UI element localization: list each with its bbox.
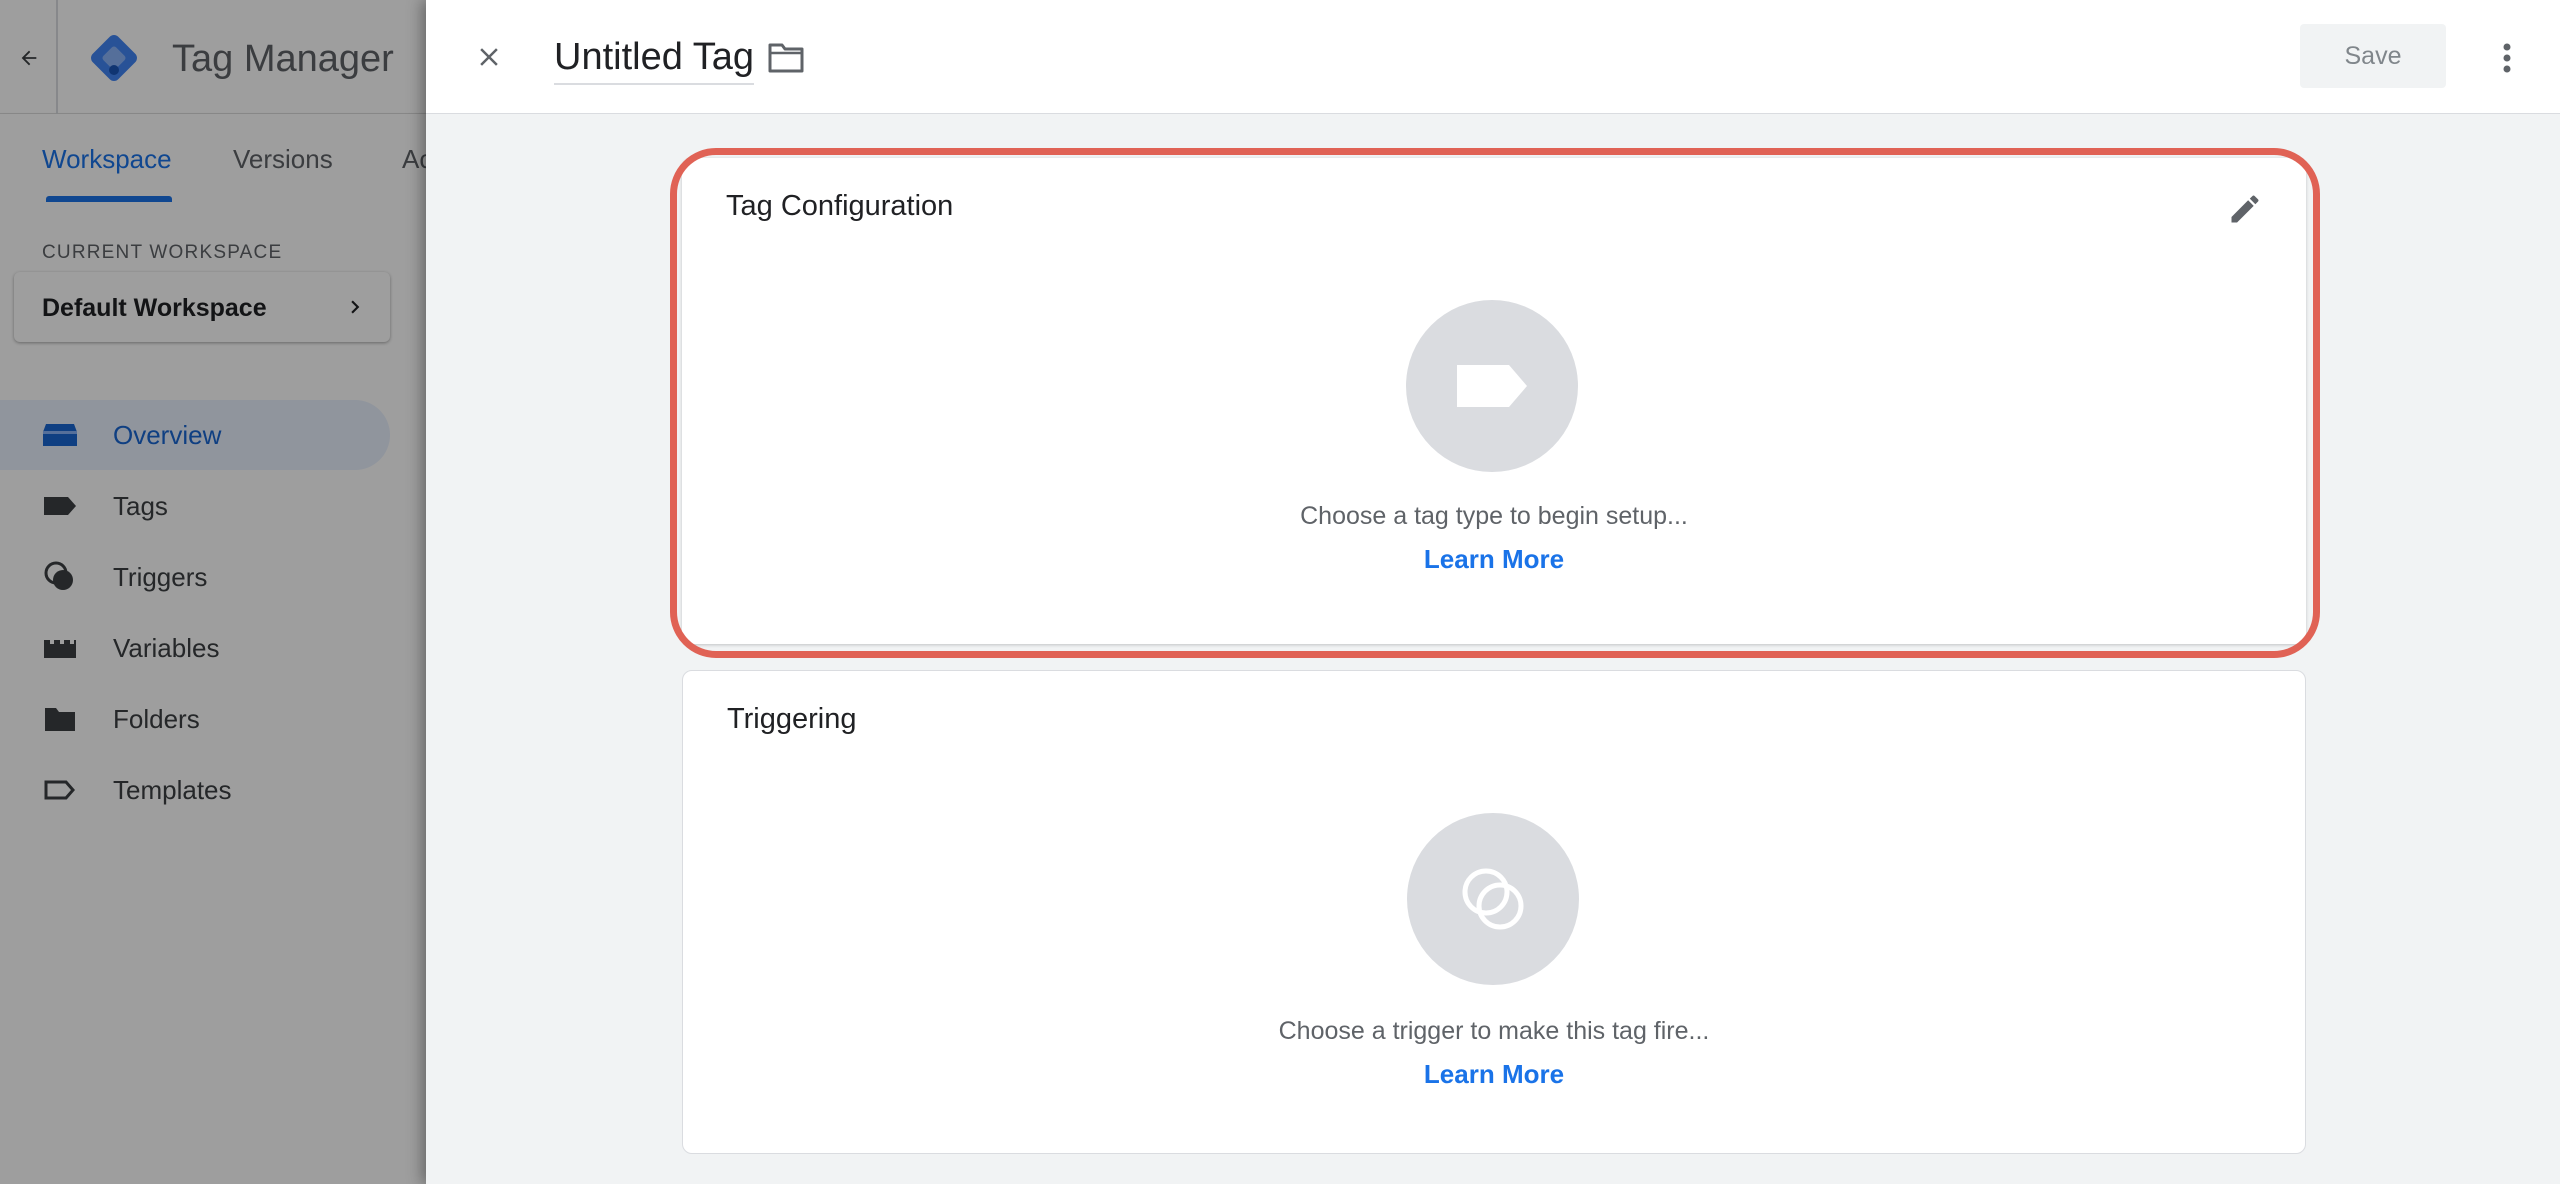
tag-name-input[interactable]: Untitled Tag: [554, 36, 754, 85]
triggering-title: Triggering: [727, 703, 857, 735]
close-icon[interactable]: [468, 36, 510, 78]
trigger-placeholder[interactable]: [1407, 813, 1579, 985]
pencil-icon[interactable]: [2220, 184, 2270, 234]
learn-more-link[interactable]: Learn More: [1424, 1059, 1564, 1089]
more-vert-icon[interactable]: [2492, 38, 2522, 78]
tag-icon: [1457, 365, 1527, 407]
folder-outline-icon[interactable]: [764, 38, 808, 78]
tag-editor-panel: Untitled Tag Save Tag Configuration Choo…: [426, 0, 2560, 1184]
tag-configuration-title: Tag Configuration: [726, 190, 954, 222]
triggering-card[interactable]: Triggering Choose a trigger to make this…: [682, 670, 2306, 1154]
tag-type-placeholder[interactable]: [1406, 300, 1578, 472]
learn-more-link[interactable]: Learn More: [1424, 544, 1564, 574]
trigger-icon: [1462, 868, 1524, 930]
save-button[interactable]: Save: [2300, 24, 2446, 88]
tag-configuration-card[interactable]: Tag Configuration Choose a tag type to b…: [682, 158, 2306, 644]
trigger-hint: Choose a trigger to make this tag fire..…: [1278, 1017, 1710, 1045]
panel-header: Untitled Tag Save: [426, 0, 2560, 114]
tag-type-hint: Choose a tag type to begin setup...: [1300, 502, 1688, 530]
